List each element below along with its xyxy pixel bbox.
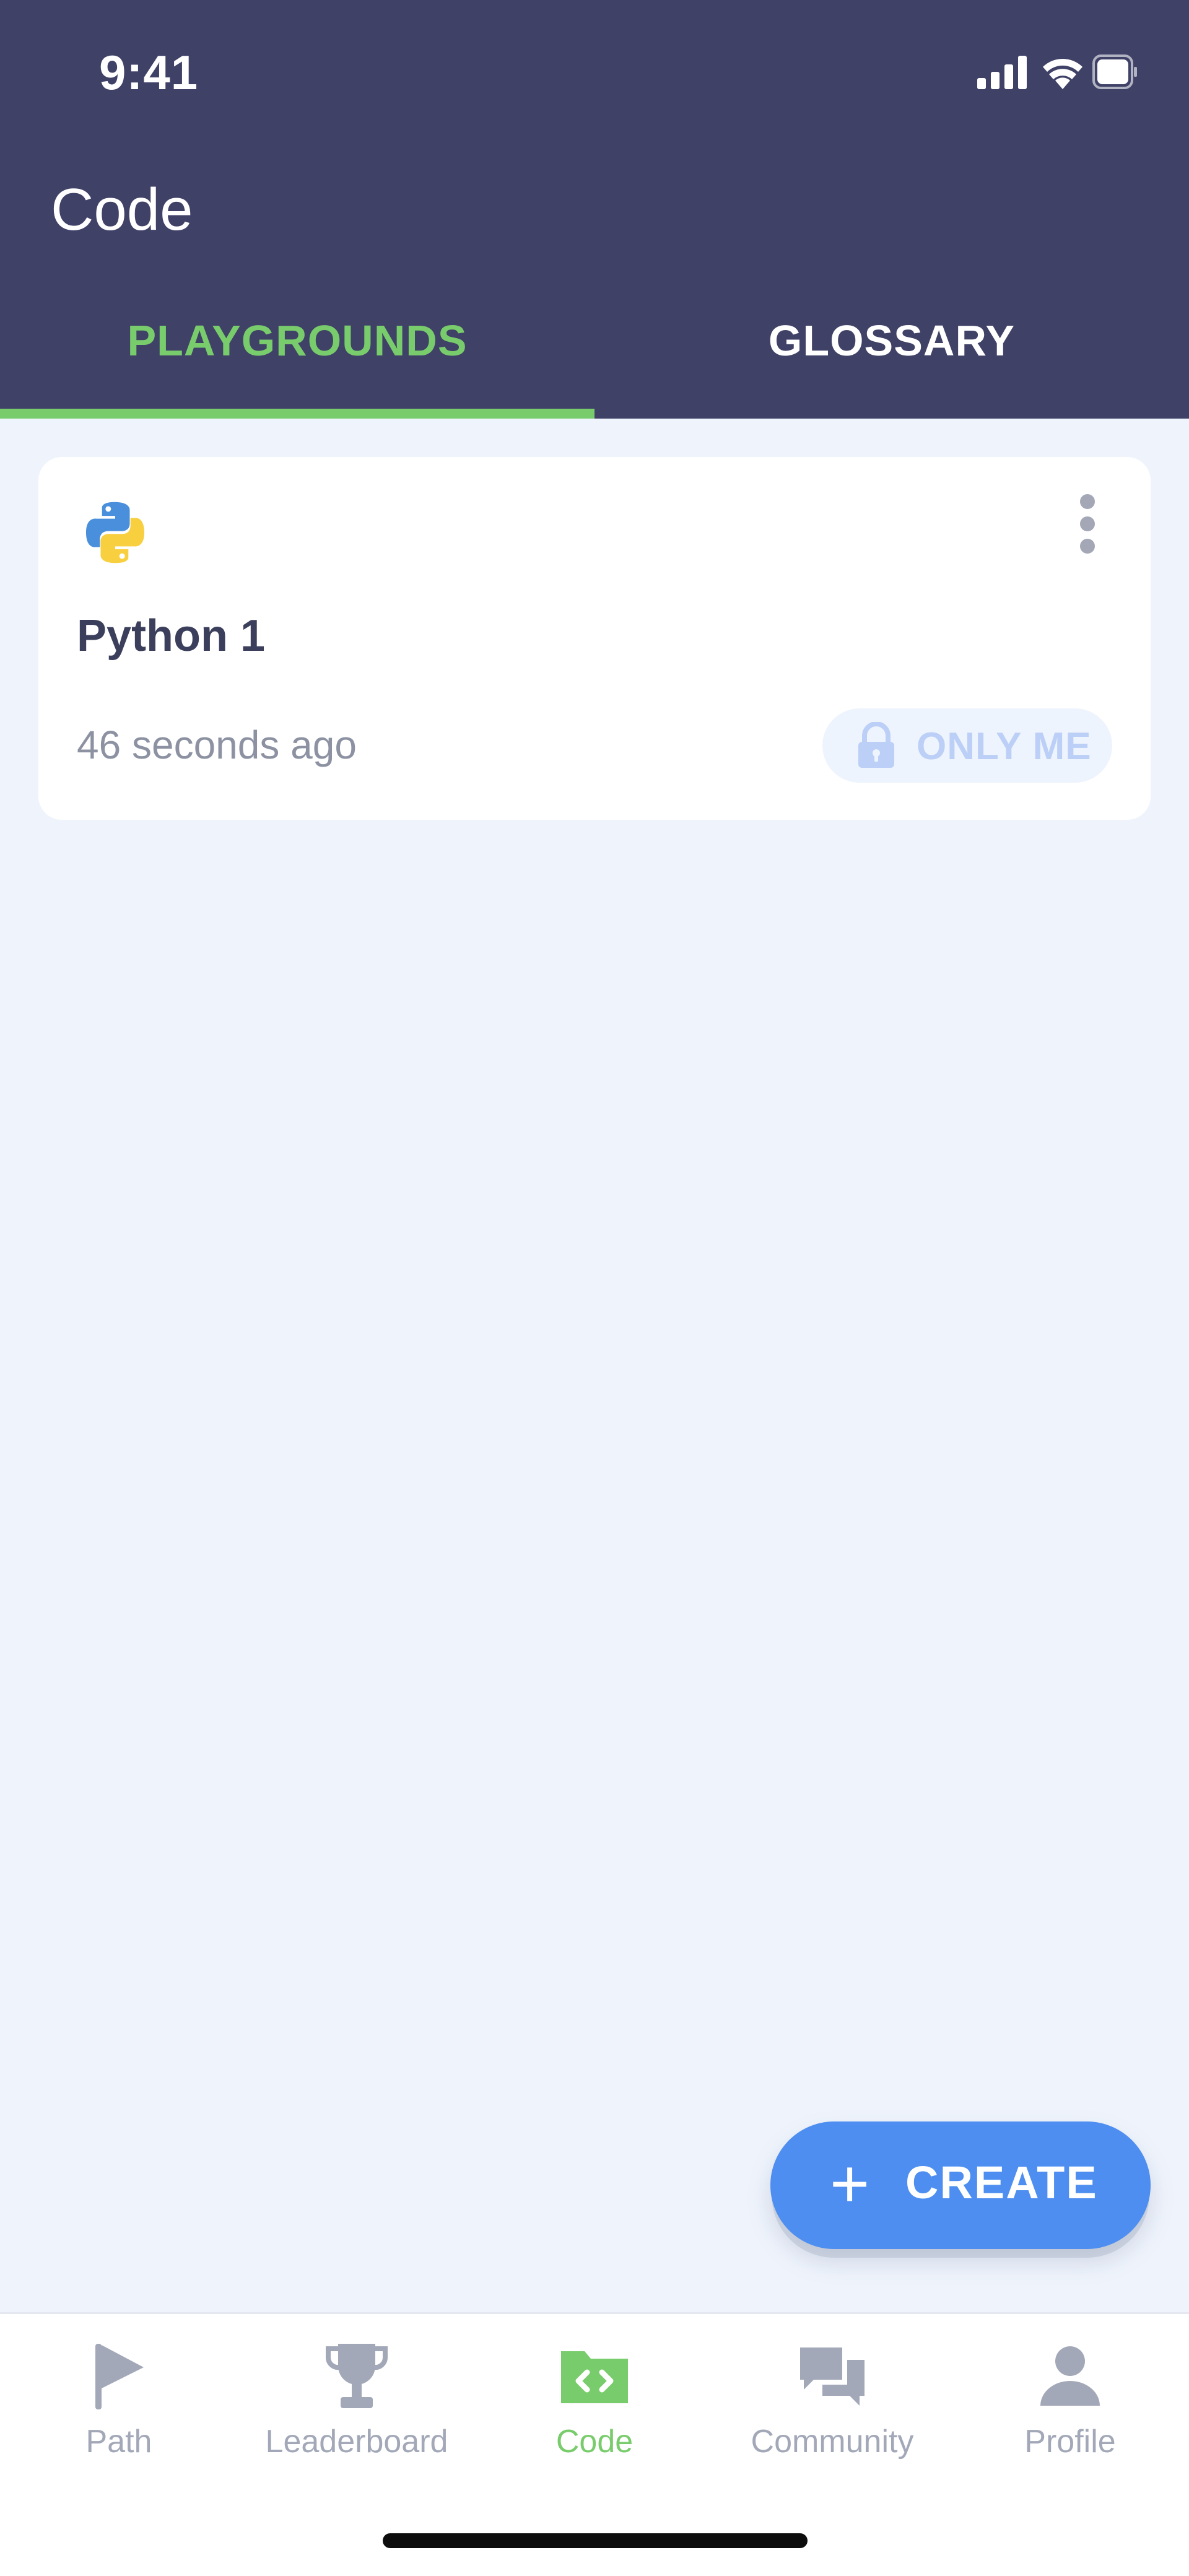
nav-label-leaderboard: Leaderboard [265, 2424, 448, 2460]
create-label: CREATE [905, 2157, 1098, 2208]
nav-label-path: Path [85, 2424, 152, 2460]
nav-label-code: Code [555, 2424, 634, 2460]
home-indicator [383, 2533, 808, 2548]
plus-icon: + [830, 2146, 870, 2222]
nav-item-path[interactable]: Path [0, 2314, 238, 2500]
nav-item-leaderboard[interactable]: Leaderboard [238, 2314, 476, 2500]
bottom-navigation: Path Leaderboard Code Community Profile [0, 2312, 1189, 2576]
more-options-icon[interactable] [1075, 494, 1100, 556]
person-icon [1040, 2346, 1100, 2406]
privacy-label: ONLY ME [917, 725, 1092, 768]
wifi-icon [1043, 59, 1082, 89]
battery-icon [1092, 54, 1137, 89]
playground-timestamp: 46 seconds ago [77, 723, 357, 767]
signal-icon [977, 56, 1027, 89]
active-tab-indicator [0, 409, 594, 419]
nav-item-code[interactable]: Code [476, 2314, 713, 2500]
nav-label-community: Community [751, 2424, 914, 2460]
status-icons [977, 54, 1137, 89]
app-header: 9:41 Code PLAYGROUNDS GLOSSARY [0, 0, 1189, 419]
privacy-badge: ONLY ME [822, 708, 1112, 783]
nav-item-community[interactable]: Community [713, 2314, 951, 2500]
tab-playgrounds[interactable]: PLAYGROUNDS [0, 316, 594, 365]
nav-label-profile: Profile [1024, 2424, 1116, 2460]
trophy-icon [325, 2344, 388, 2408]
flag-icon [95, 2344, 144, 2409]
page-title: Code [51, 176, 193, 243]
code-folder-icon [561, 2351, 628, 2403]
status-time: 9:41 [99, 45, 199, 100]
tab-glossary[interactable]: GLOSSARY [594, 316, 1189, 365]
python-icon [85, 502, 145, 564]
playground-card[interactable]: Python 1 46 seconds ago ONLY ME [38, 457, 1151, 820]
playground-title: Python 1 [77, 611, 266, 661]
lock-icon [858, 722, 894, 768]
chat-bubbles-icon [800, 2348, 865, 2406]
create-button[interactable]: + CREATE [770, 2121, 1151, 2249]
nav-item-profile[interactable]: Profile [951, 2314, 1189, 2500]
